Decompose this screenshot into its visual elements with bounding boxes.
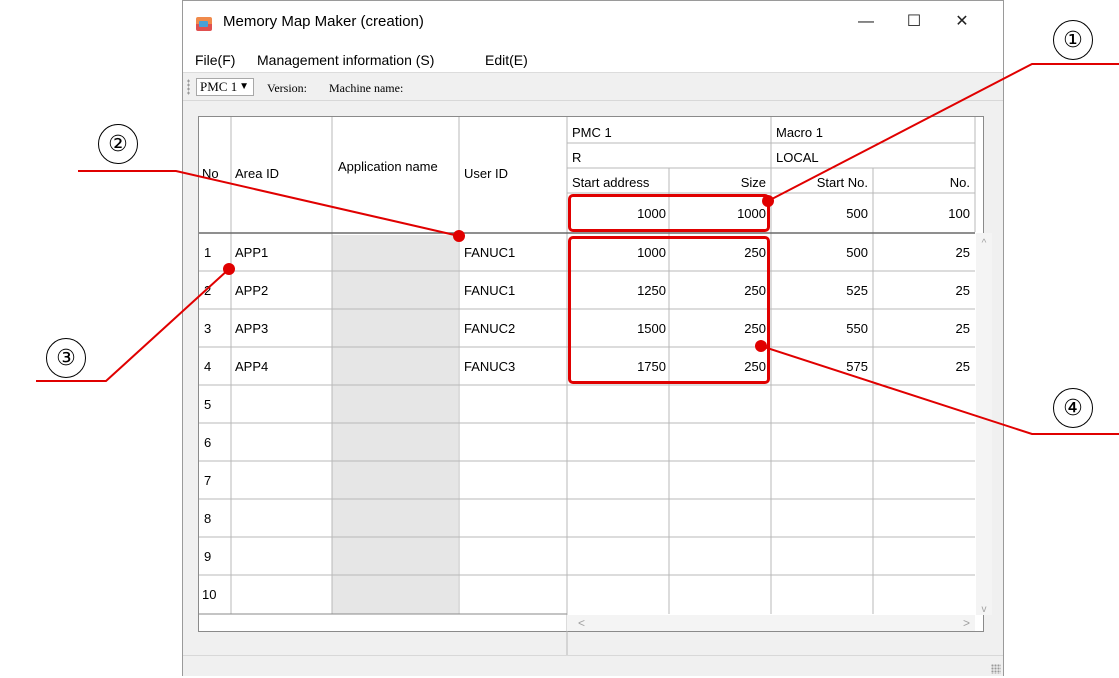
header-macro-area: LOCAL [776, 150, 819, 165]
row-macro-no[interactable]: 25 [874, 321, 970, 336]
row-area-id[interactable]: APP3 [235, 321, 268, 336]
header-no: No [202, 166, 219, 181]
pmc-select-value: PMC 1 [200, 79, 238, 94]
pmc-select[interactable]: PMC 1 ▼ [196, 78, 254, 96]
menu-bar: File(F) Management information (S) Edit(… [183, 47, 1003, 73]
macro-total-no[interactable]: 100 [874, 206, 970, 221]
title-bar: Memory Map Maker (creation) — ☐ ✕ [183, 1, 1003, 47]
resize-grip-icon[interactable] [991, 664, 1001, 674]
highlight-pmc-totals [568, 194, 770, 232]
chevron-down-icon: ▼ [239, 81, 249, 92]
status-bar [183, 655, 1003, 676]
minimize-button[interactable]: — [855, 11, 877, 33]
header-area-id: Area ID [235, 166, 280, 181]
row-no: 1 [204, 245, 212, 260]
toolbar: PMC 1 ▼ Version: Machine name: [183, 73, 1003, 101]
header-macro-no: No. [949, 175, 970, 190]
row-area-id[interactable]: APP4 [235, 359, 268, 374]
row-no: 4 [204, 359, 212, 374]
callout-4: ④ [1053, 388, 1093, 428]
macro-total-start[interactable]: 500 [772, 206, 868, 221]
row-user-id[interactable]: FANUC1 [464, 283, 515, 298]
header-user-id: User ID [464, 166, 509, 181]
callout-1: ① [1053, 20, 1093, 60]
maximize-button[interactable]: ☐ [903, 11, 925, 33]
close-button[interactable]: ✕ [951, 11, 973, 33]
app-logo-icon [196, 17, 212, 31]
menu-edit[interactable]: Edit(E) [485, 52, 528, 68]
callout-3: ③ [46, 338, 86, 378]
row-macro-no[interactable]: 25 [874, 283, 970, 298]
highlight-pmc-rows [568, 236, 770, 384]
row-no: 7 [204, 473, 212, 488]
toolbar-grip-icon[interactable] [187, 79, 190, 95]
row-no: 8 [204, 511, 212, 526]
menu-file[interactable]: File(F) [195, 52, 235, 68]
row-macro-start[interactable]: 550 [772, 321, 868, 336]
header-pmc-start-address: Start address [572, 175, 650, 190]
row-no: 5 [204, 397, 212, 412]
row-no: 6 [204, 435, 212, 450]
row-macro-no[interactable]: 25 [874, 359, 970, 374]
header-group-macro: Macro 1 [776, 125, 823, 140]
menu-management-information[interactable]: Management information (S) [257, 52, 434, 68]
row-area-id[interactable]: APP1 [235, 245, 268, 260]
version-label: Version: [267, 81, 307, 95]
row-no: 2 [204, 283, 212, 298]
row-no: 9 [204, 549, 212, 564]
row-macro-start[interactable]: 500 [772, 245, 868, 260]
header-macro-start-no: Start No. [816, 175, 868, 190]
row-user-id[interactable]: FANUC1 [464, 245, 515, 260]
header-pmc-area: R [572, 150, 582, 165]
header-group-pmc: PMC 1 [572, 125, 612, 140]
callout-2: ② [98, 124, 138, 164]
window-title: Memory Map Maker (creation) [223, 13, 424, 30]
row-macro-start[interactable]: 575 [772, 359, 868, 374]
row-no: 10 [202, 587, 217, 602]
row-user-id[interactable]: FANUC2 [464, 321, 515, 336]
row-macro-no[interactable]: 25 [874, 245, 970, 260]
row-user-id[interactable]: FANUC3 [464, 359, 515, 374]
header-pmc-size: Size [740, 175, 766, 190]
machine-name-label: Machine name: [329, 81, 404, 95]
header-application-name: Application name [338, 159, 438, 174]
row-area-id[interactable]: APP2 [235, 283, 268, 298]
row-macro-start[interactable]: 525 [772, 283, 868, 298]
row-no: 3 [204, 321, 212, 336]
